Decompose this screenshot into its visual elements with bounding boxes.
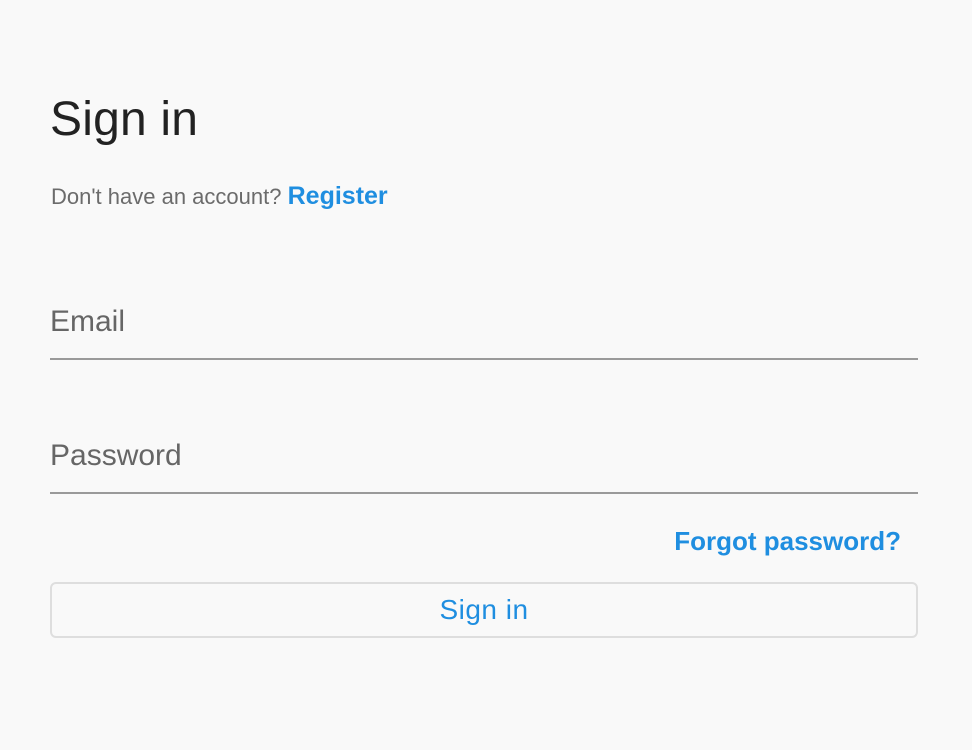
page-title: Sign in xyxy=(50,93,199,146)
email-input[interactable] xyxy=(50,300,918,344)
password-field xyxy=(50,434,918,494)
sign-in-button[interactable]: Sign in xyxy=(50,582,918,638)
forgot-password-link[interactable]: Forgot password? xyxy=(674,524,901,558)
register-prompt: Don't have an account? Register xyxy=(51,180,388,213)
register-link[interactable]: Register xyxy=(288,182,388,210)
password-input[interactable] xyxy=(50,434,918,478)
register-prompt-text: Don't have an account? xyxy=(51,184,282,209)
email-field xyxy=(50,300,918,360)
